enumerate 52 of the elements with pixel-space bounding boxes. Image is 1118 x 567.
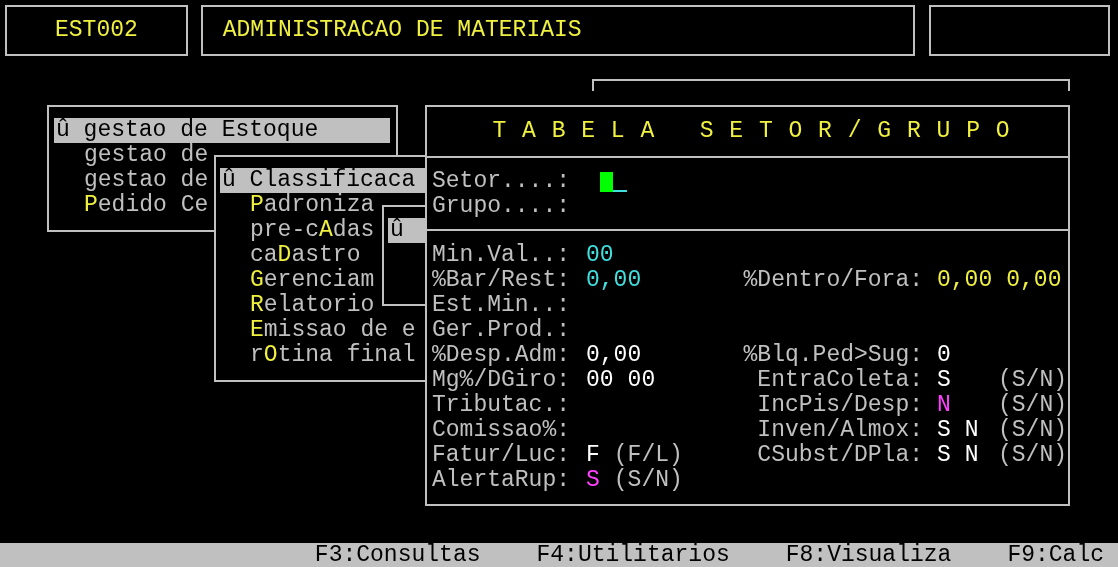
function-key[interactable]: F4:Utilitarios [536,542,730,567]
field-label: Est.Min..: [432,292,571,318]
field-value: 00 [627,368,656,393]
field-value: S [586,468,600,493]
field-value: 0 [937,343,951,368]
field-value: 00 [586,368,614,393]
field-label: Fatur/Luc: [432,442,571,468]
field-label: Grupo....: [432,194,572,219]
field-label: CSubst/DPla: [757,442,923,468]
field-value: N [964,443,979,468]
field-value: S [937,418,951,443]
field-value: 00 [586,243,614,268]
field-value: N [964,418,979,443]
menu-item[interactable]: Emissao de e [220,318,426,343]
function-key[interactable]: F8:Visualiza [785,542,952,567]
menu-item[interactable]: rOtina final [220,343,426,368]
option-hint: (S/N) [998,392,1067,418]
field-label: Inven/Almox: [757,417,923,443]
field-label: %Desp.Adm: [432,342,571,368]
field-value: 0,00 [1006,268,1062,293]
field-label: IncPis/Desp: [757,392,923,418]
field-label: Setor....: [432,169,572,194]
field-value: S [937,443,951,468]
menu-item[interactable]: û Classificaca [220,168,426,193]
field-label: %Blq.Ped>Sug: [743,342,923,368]
field-label: Mg%/DGiro: [432,367,571,393]
field-label: Min.Val..: [432,242,571,268]
field-value: S [937,368,951,393]
program-code: EST002 [55,18,138,43]
form-title: T A B E L A S E T O R / G R U P O [492,119,1011,144]
field-label: EntraColeta: [757,367,923,393]
field-value: 0,00 [586,268,642,293]
function-key[interactable]: F3:Consultas [314,542,481,567]
input-field[interactable] [600,171,627,192]
field-value: N [937,393,951,418]
field-label: AlertaRup: [432,467,571,493]
field-value: 0,00 [937,268,993,293]
field-label: %Dentro/Fora: [743,267,923,293]
option-hint: (S/N) [998,367,1067,393]
system-title: ADMINISTRACAO DE MATERIAIS [222,18,582,43]
field-label: Tributac.: [432,392,571,418]
option-hint: (S/N) [998,417,1067,443]
function-key[interactable]: F9:Calc [1007,542,1104,567]
field-value: 0,00 [586,343,642,368]
field-label: Comissao%: [432,417,571,443]
field-label: Ger.Prod.: [432,317,571,343]
option-hint: (S/N) [998,442,1067,468]
field-value: F [586,443,600,468]
field-label: %Bar/Rest: [432,267,571,293]
option-hint: (F/L) [613,443,683,468]
option-hint: (S/N) [613,468,683,493]
menu-item[interactable]: û gestao de Estoque [54,118,390,143]
